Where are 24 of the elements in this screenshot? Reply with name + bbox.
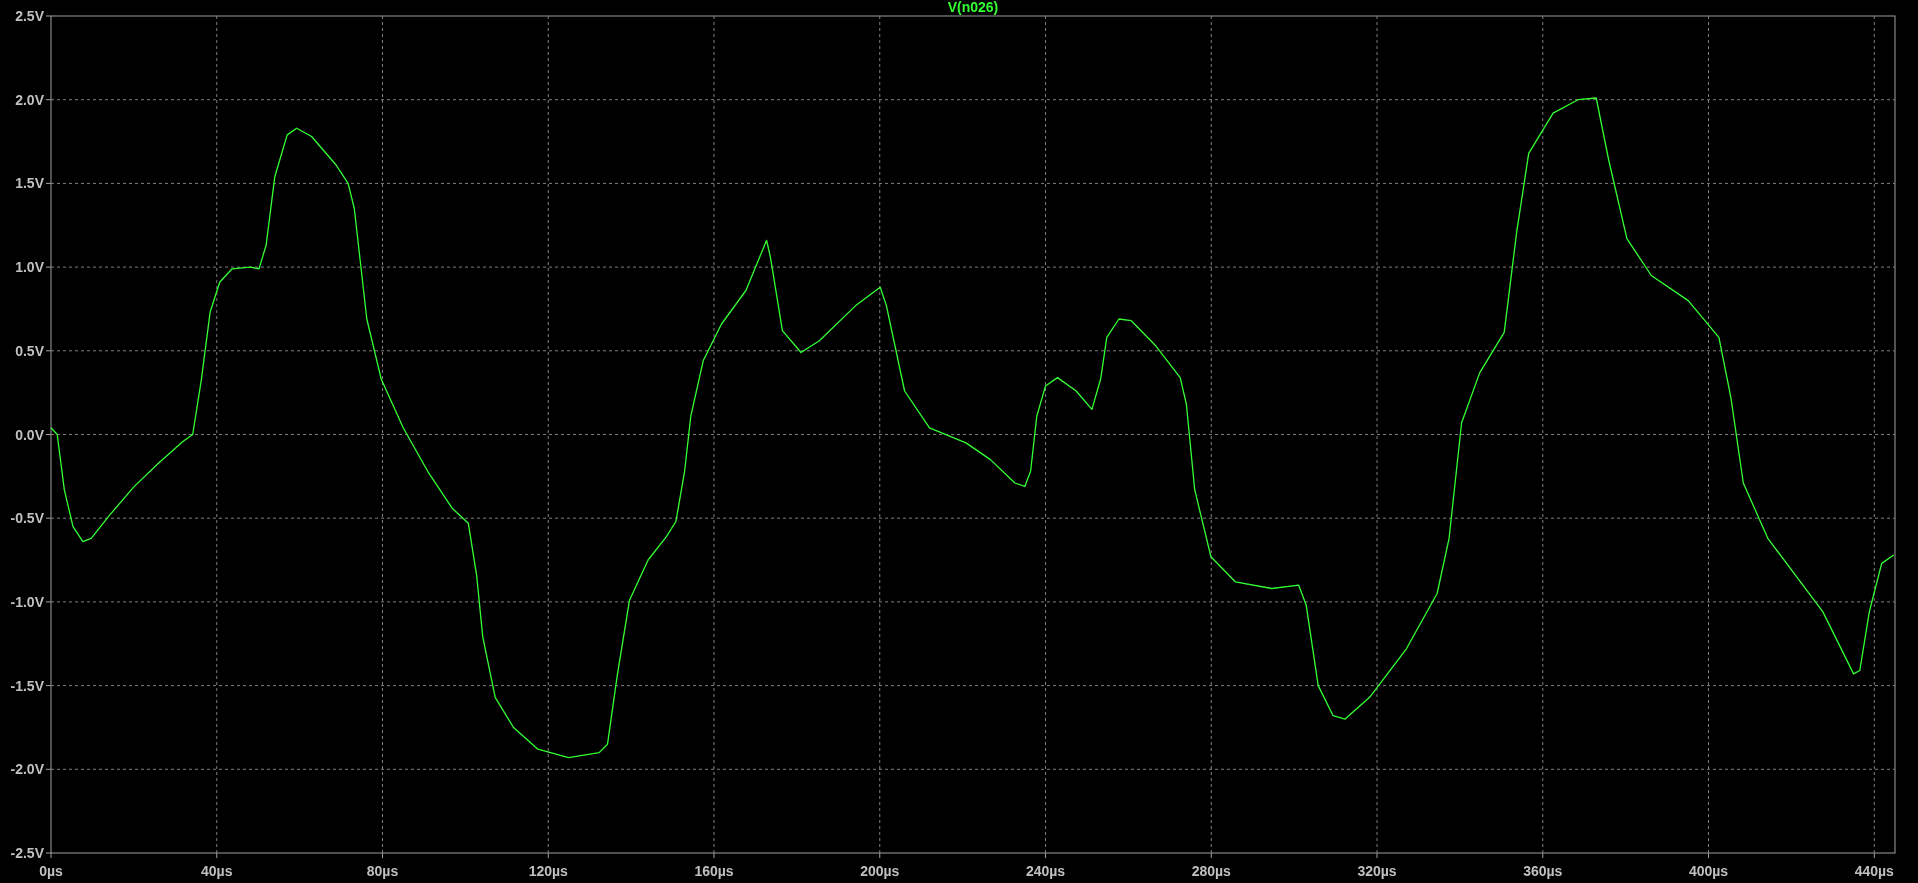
y-axis-label: 0.0V <box>15 426 44 443</box>
y-axis-label: -2.0V <box>10 761 44 778</box>
x-axis-label: 280µs <box>1191 863 1231 879</box>
x-axis-label: 360µs <box>1523 863 1563 879</box>
x-axis-label: 160µs <box>694 863 734 879</box>
y-axis-label: -1.0V <box>10 593 44 610</box>
y-axis-label: -1.5V <box>10 677 44 694</box>
y-axis-label: -0.5V <box>10 510 44 527</box>
x-axis-label: 0µs <box>39 863 63 879</box>
x-axis-label: 40µs <box>201 863 233 879</box>
y-axis-label: 0.5V <box>15 342 44 359</box>
y-axis-label: 2.0V <box>15 91 44 108</box>
x-axis-label: 120µs <box>528 863 568 879</box>
x-axis-label: 400µs <box>1688 863 1729 879</box>
y-axis-label: 1.5V <box>15 175 44 192</box>
x-axis-label: 320µs <box>1357 863 1397 879</box>
y-axis-label: -2.5V <box>10 845 44 861</box>
x-axis-label: 240µs <box>1025 863 1066 879</box>
trace-label[interactable]: V(n026) <box>947 0 999 15</box>
x-axis-label: 200µs <box>860 863 900 879</box>
y-axis-label: 2.5V <box>15 8 44 24</box>
y-axis-label: 1.0V <box>15 259 44 276</box>
x-axis-label: 80µs <box>366 863 399 879</box>
x-axis-label: 440µs <box>1854 863 1894 879</box>
